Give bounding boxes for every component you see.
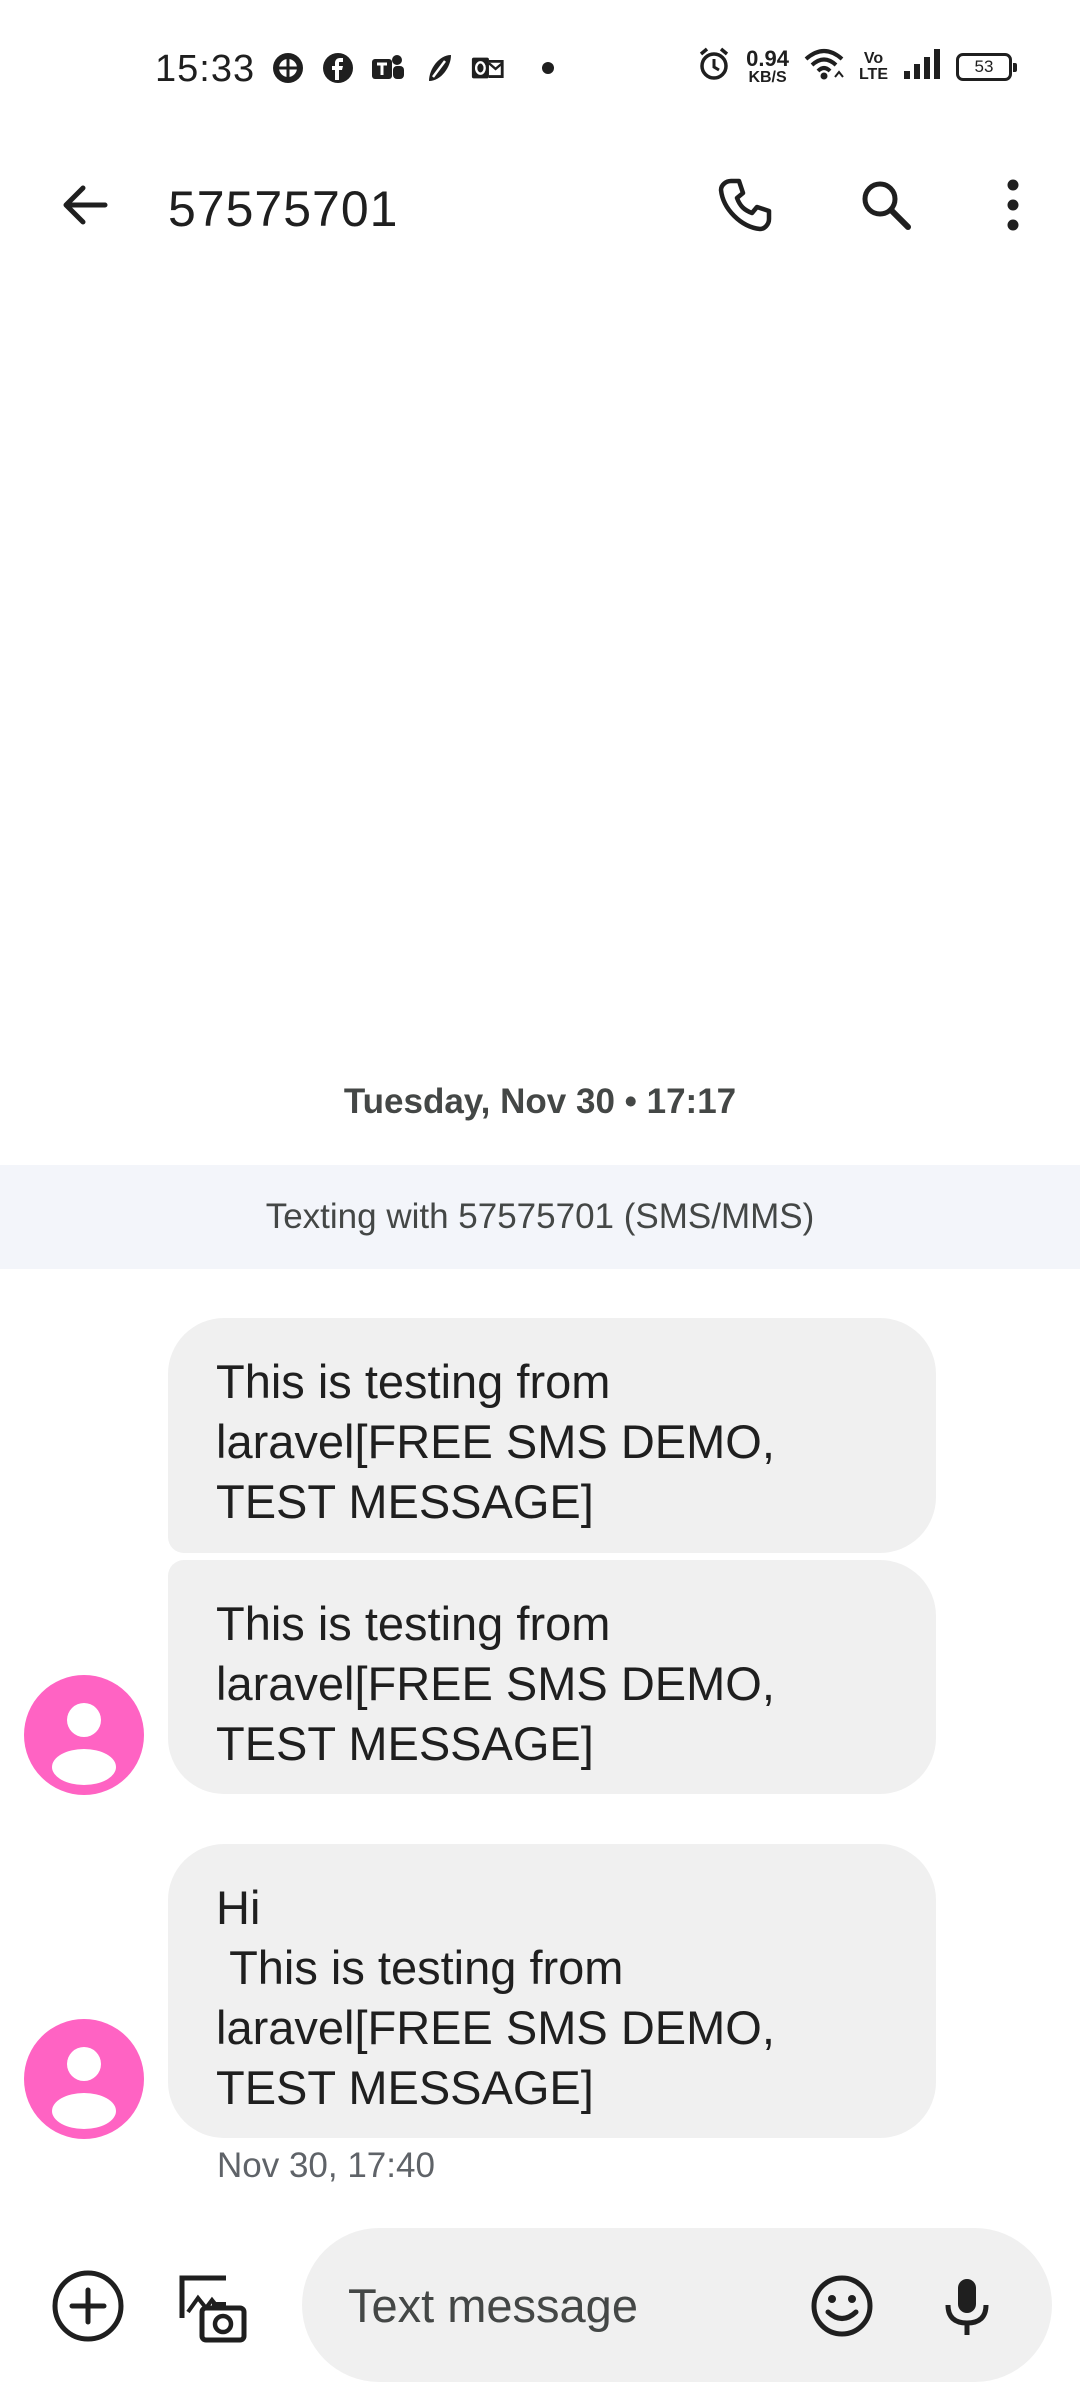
person-icon	[52, 1703, 116, 1785]
more-vert-icon	[1007, 179, 1019, 231]
person-icon	[52, 2047, 116, 2129]
more-notifications-dot	[542, 62, 554, 74]
app-notification-icon	[270, 50, 306, 86]
arrow-back-icon	[63, 185, 108, 225]
status-time: 15:33	[155, 48, 256, 90]
phone-icon	[718, 178, 772, 232]
compose-bar: Text message	[0, 2220, 1080, 2400]
app-bar: 57575701	[0, 140, 1080, 270]
network-speed: 0.94 KB/S	[746, 45, 789, 86]
volte-indicator: Vo LTE	[858, 49, 888, 83]
back-button[interactable]	[50, 170, 120, 240]
search-button[interactable]	[851, 170, 921, 240]
message-input[interactable]: Text message	[302, 2228, 1052, 2382]
call-button[interactable]	[710, 170, 780, 240]
attach-button[interactable]	[48, 2266, 128, 2346]
emoji-button[interactable]	[802, 2266, 882, 2346]
signal-icon	[902, 47, 942, 86]
facebook-icon	[320, 50, 356, 86]
volte-top: Vo	[863, 49, 884, 67]
conversation-title: 57575701	[168, 181, 399, 237]
add-circle-icon	[52, 2270, 124, 2342]
outlook-icon	[470, 50, 506, 86]
message-bubble[interactable]: Hi This is testing from laravel[FREE SMS…	[168, 1844, 936, 2138]
app-notification-icon	[420, 50, 456, 86]
status-bar: 15:33 0.94 KB/S Vo LTE 53	[0, 0, 1080, 140]
contact-avatar[interactable]	[24, 1675, 144, 1795]
message-bubble[interactable]: This is testing from laravel[FREE SMS DE…	[168, 1318, 936, 1553]
battery-level: 53	[974, 56, 994, 76]
message-bubble[interactable]: This is testing from laravel[FREE SMS DE…	[168, 1560, 936, 1794]
emoji-icon	[811, 2275, 873, 2337]
message-timestamp: Nov 30, 17:40	[217, 2146, 435, 2185]
battery-icon: 53	[956, 52, 1017, 81]
mic-icon	[945, 2279, 989, 2335]
system-icons: 0.94 KB/S Vo LTE 53	[696, 45, 1017, 87]
voice-input-button[interactable]	[927, 2266, 1007, 2346]
network-speed-unit: KB/S	[748, 68, 787, 86]
notification-icons	[270, 50, 554, 86]
gallery-camera-icon	[179, 2275, 247, 2343]
volte-bottom: LTE	[858, 65, 888, 83]
contact-avatar[interactable]	[24, 2019, 144, 2139]
teams-icon	[370, 50, 406, 86]
more-options-button[interactable]	[978, 170, 1048, 240]
search-icon	[862, 181, 911, 230]
alarm-icon	[696, 46, 732, 87]
network-speed-value: 0.94	[746, 45, 789, 71]
message-input-placeholder[interactable]: Text message	[348, 2278, 638, 2333]
date-header: Tuesday, Nov 30 • 17:17	[343, 1082, 737, 1121]
gallery-button[interactable]	[172, 2266, 252, 2346]
wifi-icon	[803, 47, 845, 86]
texting-banner: Texting with 57575701 (SMS/MMS)	[0, 1165, 1080, 1269]
